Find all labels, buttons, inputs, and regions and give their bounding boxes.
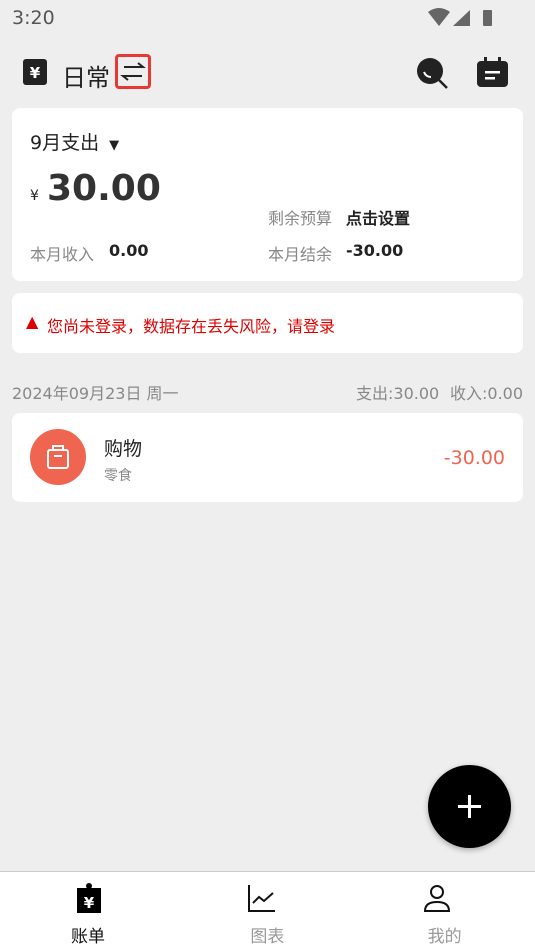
switch-ledger-button[interactable] [115, 54, 151, 89]
nav-charts[interactable]: 图表 [178, 872, 356, 951]
warning-icon: ▲ [26, 312, 39, 331]
svg-text:¥: ¥ [30, 64, 41, 82]
record-category: 购物 [104, 438, 143, 460]
status-icons [428, 8, 492, 26]
nav-label: 图表 [250, 927, 285, 947]
search-icon[interactable] [415, 57, 449, 89]
status-time: 3:20 [12, 7, 55, 29]
currency-symbol: ¥ [30, 188, 39, 204]
svg-text:¥: ¥ [84, 894, 95, 912]
user-icon [423, 885, 450, 912]
income-value: 0.00 [109, 241, 149, 260]
set-budget-link[interactable]: 点击设置 [346, 205, 410, 229]
category-icon-circle [30, 429, 86, 485]
month-label: 9月支出 [30, 132, 100, 154]
plus-icon [458, 795, 481, 818]
day-income: 收入:0.00 [450, 384, 524, 403]
record-amount: -30.00 [443, 447, 505, 469]
yuan-book-icon: ¥ [23, 59, 47, 85]
day-date: 2024年09月23日 周一 [12, 384, 179, 403]
balance-value: -30.00 [346, 241, 404, 260]
bill-icon: ¥ [77, 883, 101, 913]
summary-card: 9月支出 ▼ ¥ 30.00 剩余预算 点击设置 本月收入 0.00 本月结余 -… [12, 108, 523, 281]
income-label: 本月收入 [30, 245, 95, 264]
bottom-nav: ¥ 账单 图表 我的 [0, 871, 535, 951]
month-expense: 30.00 [47, 168, 161, 209]
day-expense: 支出:30.00 [356, 384, 440, 403]
swap-arrows-icon [120, 62, 146, 81]
budget-label: 剩余预算 [268, 209, 333, 228]
record-item[interactable]: 购物 零食 -30.00 [12, 413, 523, 502]
nav-profile[interactable]: 我的 [357, 872, 535, 951]
caret-down-icon: ▼ [109, 138, 120, 153]
shopping-bag-icon [47, 445, 69, 469]
ledger-title[interactable]: 日常 [62, 58, 110, 93]
login-warning[interactable]: ▲ 您尚未登录，数据存在丢失风险，请登录 [12, 293, 523, 353]
add-record-button[interactable] [428, 765, 511, 848]
nav-label: 账单 [71, 927, 105, 947]
warning-text: 您尚未登录，数据存在丢失风险，请登录 [47, 317, 336, 336]
month-selector[interactable]: 9月支出 ▼ [30, 128, 119, 155]
chart-icon [248, 885, 276, 912]
nav-label: 我的 [427, 927, 462, 947]
nav-bills[interactable]: ¥ 账单 [0, 872, 178, 951]
balance-label: 本月结余 [268, 245, 333, 264]
calendar-icon[interactable] [476, 56, 510, 88]
record-note: 零食 [104, 468, 132, 484]
